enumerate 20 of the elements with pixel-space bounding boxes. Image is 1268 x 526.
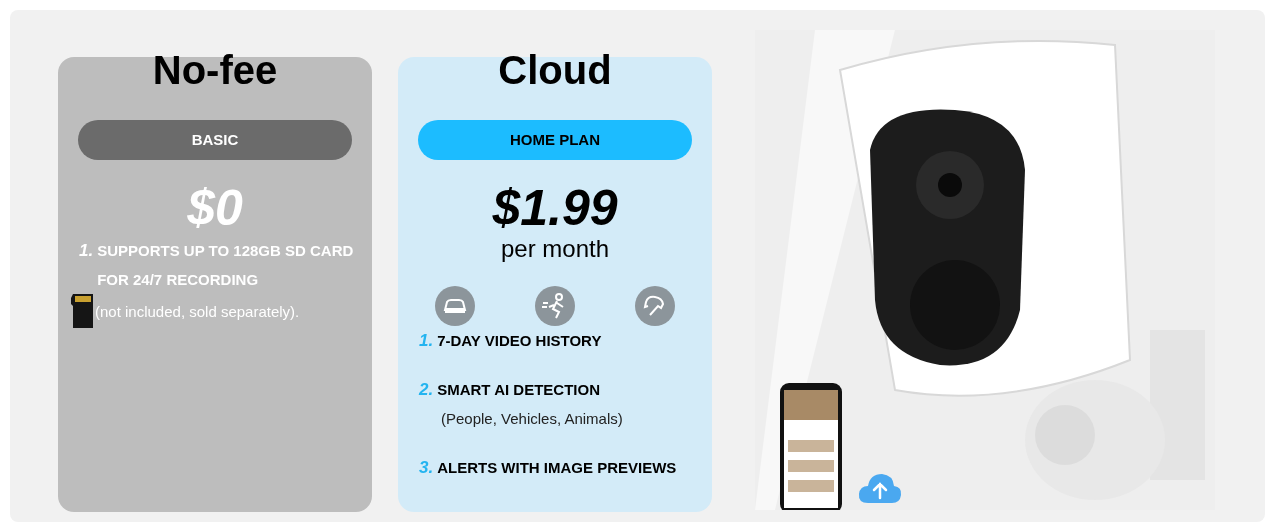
running-person-icon [535,286,575,326]
feature-note: (People, Vehicles, Animals) [441,409,623,429]
feature-note: (not included, sold separately). [95,301,300,322]
item-number: 1. [419,330,434,352]
feature-text: SUPPORTS UP TO 128GB SD CARD FOR 24/7 RECORDING [97,241,355,290]
item-number: 2. [419,379,434,401]
price: $1.99 [492,180,618,236]
plan-badge: BASIC [78,120,352,160]
cloud-upload-icon [858,472,902,504]
plan-heading: No-fee [152,47,278,93]
feature-text: ALERTS WITH IMAGE PREVIEWS [437,458,678,478]
price: $0 [187,180,243,236]
item-number: 1. [79,240,94,262]
feature-text: 7-DAY VIDEO HISTORY [437,331,603,351]
feature-text: SMART AI DETECTION [437,380,601,400]
plan-badge: HOME PLAN [418,120,692,160]
car-icon [435,286,475,326]
price-period: per month [500,236,610,262]
plan-heading: Cloud [498,47,612,93]
item-number: 3. [419,457,434,479]
